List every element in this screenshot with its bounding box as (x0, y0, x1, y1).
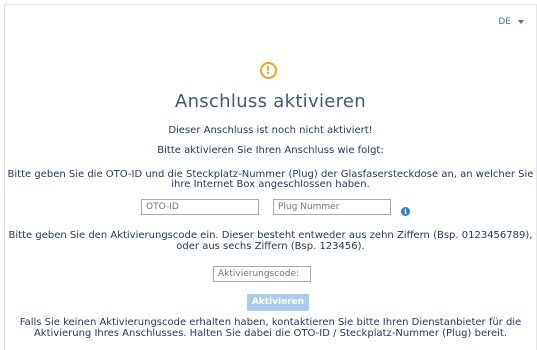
oto-id-input[interactable] (141, 199, 259, 215)
activation-code-input[interactable] (213, 266, 311, 282)
warning-circle-icon: ! (259, 62, 277, 79)
page-title: Anschluss aktivieren (174, 91, 367, 112)
footer-note-line2: Aktivierung Ihres Anschlusses. Halten Si… (33, 328, 508, 339)
step2-instruction-line2: oder aus sechs Ziffern (Bsp. 123456). (176, 241, 365, 252)
step2-instruction-line1: Bitte geben Sie den Aktivierungscode ein… (8, 230, 533, 241)
chevron-down-icon (518, 20, 524, 24)
info-icon[interactable]: i (401, 207, 410, 216)
activation-panel: DE ! Anschluss aktivieren Dieser Anschlu… (4, 4, 537, 350)
plug-number-input[interactable] (273, 199, 391, 215)
language-selector[interactable]: DE (498, 17, 524, 27)
language-label: DE (498, 17, 511, 27)
status-message: Dieser Anschluss ist noch nicht aktivier… (168, 125, 373, 136)
activate-button[interactable]: Aktivieren (247, 294, 309, 311)
instruction-message: Bitte aktivieren Sie Ihren Anschluss wie… (157, 145, 384, 156)
step1-instruction-line2: ihre Internet Box angeschlossen haben. (171, 179, 370, 190)
footer-note-line1: Falls Sie keinen Aktivierungscode erhalt… (19, 317, 522, 328)
